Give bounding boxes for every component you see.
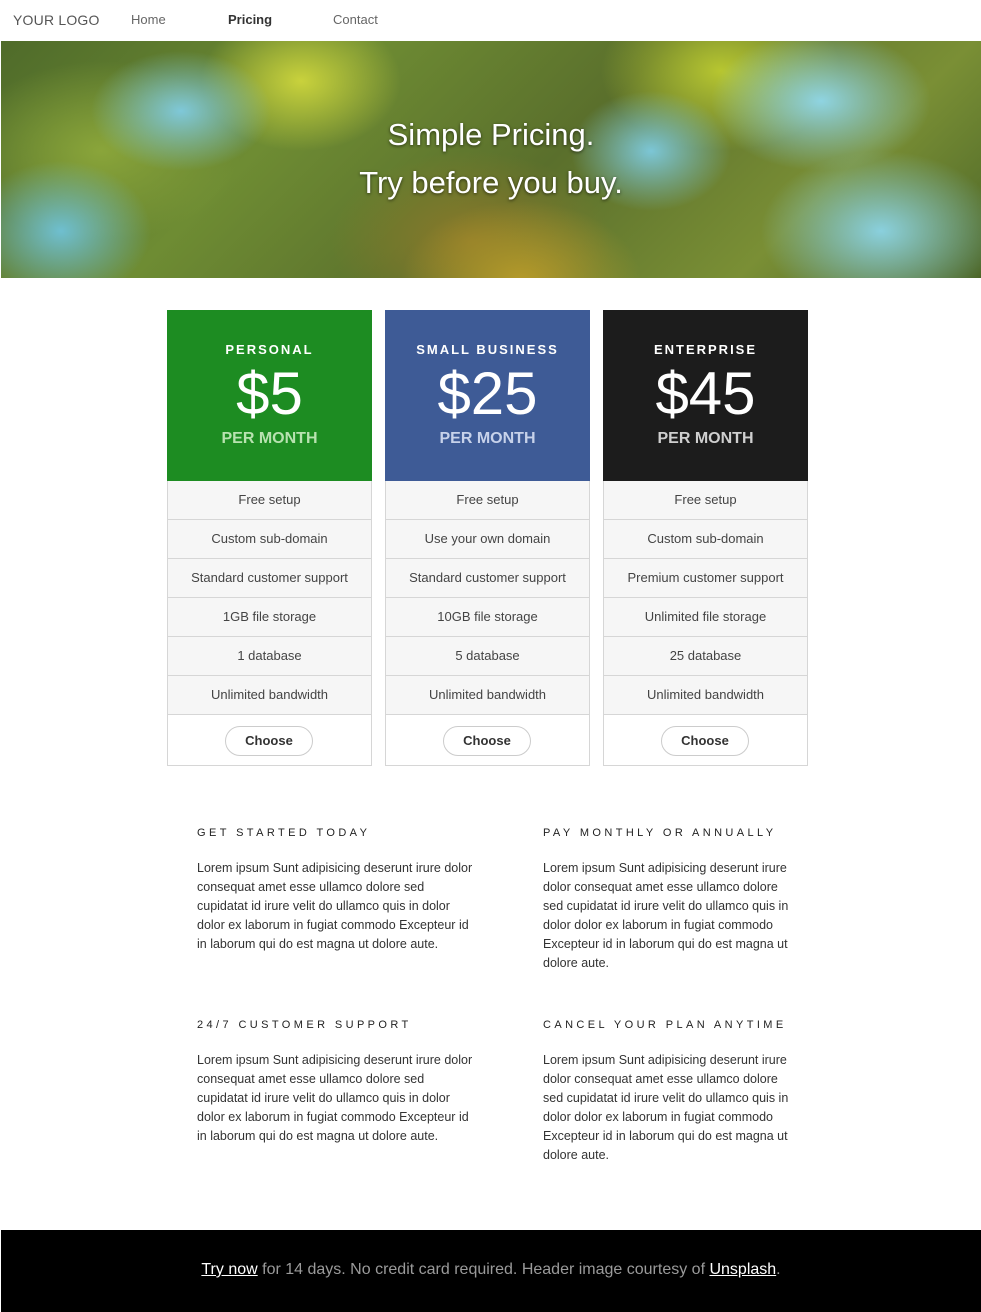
plan-feature-list: Free setup Custom sub-domain Standard cu…	[168, 481, 371, 715]
plan-feature: Use your own domain	[386, 520, 589, 559]
nav-item-contact[interactable]: Contact	[333, 12, 378, 27]
plan-card-small-business: SMALL BUSINESS $25 PER MONTH Free setup …	[385, 310, 590, 766]
plan-feature: Unlimited bandwidth	[604, 676, 807, 715]
plan-feature: Unlimited bandwidth	[386, 676, 589, 715]
footer-end-text: .	[776, 1261, 781, 1278]
feature-block-support: 24/7 CUSTOMER SUPPORT Lorem ipsum Sunt a…	[197, 1019, 477, 1146]
feature-block-get-started: GET STARTED TODAY Lorem ipsum Sunt adipi…	[197, 827, 477, 954]
plan-feature: Standard customer support	[386, 559, 589, 598]
plan-period: PER MONTH	[657, 430, 754, 447]
plan-feature: 1GB file storage	[168, 598, 371, 637]
feature-title: PAY MONTHLY OR ANNUALLY	[543, 827, 777, 839]
hero-title-line1: Simple Pricing.	[387, 117, 595, 152]
plan-header: ENTERPRISE $45 PER MONTH	[603, 310, 808, 481]
plan-feature-list: Free setup Custom sub-domain Premium cus…	[604, 481, 807, 715]
plan-feature: 5 database	[386, 637, 589, 676]
plan-feature: Unlimited bandwidth	[168, 676, 371, 715]
plan-header: SMALL BUSINESS $25 PER MONTH	[385, 310, 590, 481]
feature-block-pay-monthly: PAY MONTHLY OR ANNUALLY Lorem ipsum Sunt…	[543, 827, 793, 973]
plan-name: SMALL BUSINESS	[416, 342, 559, 357]
feature-text: Lorem ipsum Sunt adipisicing deserunt ir…	[543, 861, 789, 970]
plan-price: $25	[437, 360, 538, 427]
plan-feature: Custom sub-domain	[604, 520, 807, 559]
plan-feature: Standard customer support	[168, 559, 371, 598]
nav-item-pricing[interactable]: Pricing	[228, 12, 272, 27]
plan-feature: Custom sub-domain	[168, 520, 371, 559]
plan-name: PERSONAL	[225, 342, 314, 357]
footer-text: Try now for 14 days. No credit card requ…	[1, 1261, 981, 1279]
plan-card-enterprise: ENTERPRISE $45 PER MONTH Free setup Cust…	[603, 310, 808, 766]
choose-small-business-button[interactable]: Choose	[443, 726, 531, 756]
plan-period: PER MONTH	[221, 430, 318, 447]
feature-block-cancel: CANCEL YOUR PLAN ANYTIME Lorem ipsum Sun…	[543, 1019, 793, 1165]
plan-feature: Free setup	[604, 481, 807, 520]
plan-header: PERSONAL $5 PER MONTH	[167, 310, 372, 481]
plan-feature: Premium customer support	[604, 559, 807, 598]
plan-feature: Free setup	[168, 481, 371, 520]
feature-title: 24/7 CUSTOMER SUPPORT	[197, 1019, 412, 1031]
plan-feature: Free setup	[386, 481, 589, 520]
plan-feature: 25 database	[604, 637, 807, 676]
feature-title: CANCEL YOUR PLAN ANYTIME	[543, 1019, 787, 1031]
feature-text: Lorem ipsum Sunt adipisicing deserunt ir…	[197, 1053, 473, 1143]
footer-middle-text: for 14 days. No credit card required. He…	[257, 1261, 710, 1278]
feature-text: Lorem ipsum Sunt adipisicing deserunt ir…	[197, 861, 473, 951]
plan-period: PER MONTH	[439, 430, 536, 447]
plan-price: $5	[236, 360, 303, 427]
footer: Try now for 14 days. No credit card requ…	[1, 1230, 981, 1312]
plan-price: $45	[655, 360, 756, 427]
plan-name: ENTERPRISE	[653, 342, 758, 357]
plan-feature-list: Free setup Use your own domain Standard …	[386, 481, 589, 715]
plan-feature: 10GB file storage	[386, 598, 589, 637]
plan-feature: Unlimited file storage	[604, 598, 807, 637]
unsplash-link[interactable]: Unsplash	[709, 1261, 776, 1278]
top-nav: YOUR LOGO Home Pricing Contact	[0, 0, 981, 41]
plan-feature: 1 database	[168, 637, 371, 676]
choose-personal-button[interactable]: Choose	[225, 726, 313, 756]
feature-text: Lorem ipsum Sunt adipisicing deserunt ir…	[543, 1053, 789, 1162]
nav-item-home[interactable]: Home	[131, 12, 166, 27]
try-now-link[interactable]: Try now	[201, 1261, 257, 1278]
feature-title: GET STARTED TODAY	[197, 827, 371, 839]
logo[interactable]: YOUR LOGO	[13, 12, 100, 28]
hero-banner: Simple Pricing. Try before you buy.	[1, 41, 981, 278]
choose-enterprise-button[interactable]: Choose	[661, 726, 749, 756]
hero-title-line2: Try before you buy.	[359, 165, 623, 200]
plan-card-personal: PERSONAL $5 PER MONTH Free setup Custom …	[167, 310, 372, 766]
